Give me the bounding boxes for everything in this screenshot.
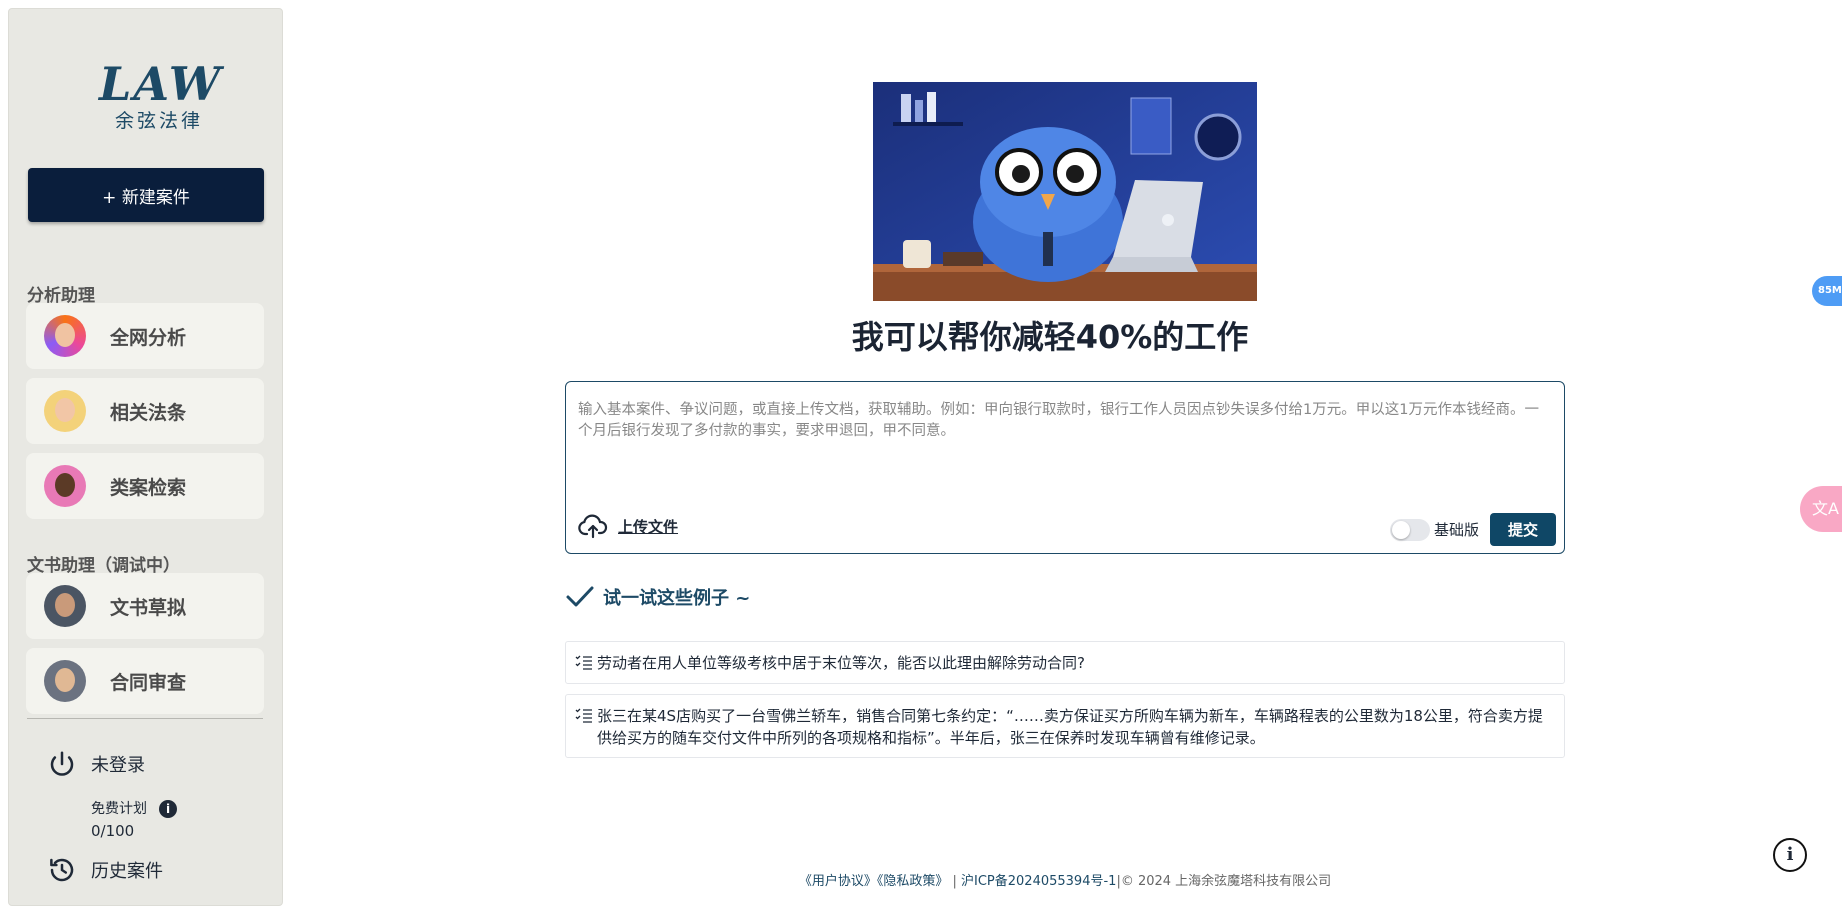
basic-version-toggle[interactable] xyxy=(1390,519,1430,541)
sidebar: LAW 余弦法律 + 新建案件 分析助理 全网分析 相关法条 类案检索 文书助理… xyxy=(8,8,283,906)
avatar xyxy=(44,315,86,357)
toggle-label: 基础版 xyxy=(1434,521,1480,539)
plan-usage: 0/100 xyxy=(91,822,135,840)
toggle-knob xyxy=(1392,521,1410,539)
example-item[interactable]: 劳动者在用人单位等级考核中居于末位等次，能否以此理由解除劳动合同? xyxy=(565,641,1565,684)
sidebar-item-contract-review[interactable]: 合同审查 xyxy=(26,648,264,714)
examples-title: 试一试这些例子 ~ xyxy=(565,584,750,610)
login-label: 未登录 xyxy=(91,755,145,776)
sidebar-item-web-analysis[interactable]: 全网分析 xyxy=(26,303,264,369)
case-composer: 输入基本案件、争议问题，或直接上传文档，获取辅助。例如：甲向银行取款时，银行工作… xyxy=(565,381,1565,554)
avatar xyxy=(44,660,86,702)
sidebar-item-label: 相关法条 xyxy=(110,401,187,424)
check-icon xyxy=(566,586,594,607)
page-headline: 我可以帮你减轻40%的工作 xyxy=(851,318,1249,356)
list-icon xyxy=(575,708,592,723)
sidebar-item-label: 合同审查 xyxy=(110,671,187,694)
sidebar-divider xyxy=(27,718,263,719)
sidebar-item-label: 类案检索 xyxy=(110,476,187,499)
sidebar-item-label: 全网分析 xyxy=(110,326,187,349)
translate-icon[interactable]: 文A xyxy=(1800,486,1842,532)
example-text: 劳动者在用人单位等级考核中居于末位等次，能否以此理由解除劳动合同? xyxy=(597,654,1085,672)
submit-button[interactable]: 提交 xyxy=(1490,513,1556,546)
brand-logo[interactable]: LAW 余弦法律 xyxy=(99,57,223,133)
logo-subtitle: 余弦法律 xyxy=(114,110,203,132)
avatar xyxy=(44,585,86,627)
power-icon xyxy=(50,751,74,776)
avatar xyxy=(44,465,86,507)
history-cases[interactable]: 历史案件 xyxy=(47,855,163,885)
memory-badge[interactable]: 85M xyxy=(1812,276,1842,306)
sidebar-item-case-search[interactable]: 类案检索 xyxy=(26,453,264,519)
history-icon xyxy=(50,858,74,882)
app-root: LAW 余弦法律 + 新建案件 分析助理 全网分析 相关法条 类案检索 文书助理… xyxy=(0,0,1842,912)
avatar xyxy=(44,390,86,432)
examples-title-text: 试一试这些例子 ~ xyxy=(603,588,751,609)
example-text: 张三在某4S店购买了一台雪佛兰轿车，销售合同第七条约定：“……卖方保证买方所购车… xyxy=(597,707,1543,747)
icp-link[interactable]: 沪ICP备2024055394号-1 xyxy=(961,874,1116,889)
info-icon[interactable]: i xyxy=(159,800,177,818)
case-input[interactable]: 输入基本案件、争议问题，或直接上传文档，获取辅助。例如：甲向银行取款时，银行工作… xyxy=(578,400,1550,490)
upload-file-button[interactable]: 上传文件 xyxy=(578,513,678,539)
upload-label: 上传文件 xyxy=(618,517,679,536)
login-status[interactable]: 未登录 xyxy=(47,749,145,779)
list-icon xyxy=(575,655,592,670)
history-label: 历史案件 xyxy=(91,861,163,882)
sidebar-item-document-draft[interactable]: 文书草拟 xyxy=(26,573,264,639)
new-case-button[interactable]: + 新建案件 xyxy=(28,168,264,222)
user-agreement-link[interactable]: 《用户协议》 xyxy=(799,874,877,889)
cloud-upload-icon xyxy=(578,514,608,539)
example-item[interactable]: 张三在某4S店购买了一台雪佛兰轿车，销售合同第七条约定：“……卖方保证买方所购车… xyxy=(565,694,1565,758)
sidebar-item-related-laws[interactable]: 相关法条 xyxy=(26,378,264,444)
footer: 《用户协议》《隐私政策》 | 沪ICP备2024055394号-1|© 2024… xyxy=(660,870,1470,889)
logo-mark: LAW xyxy=(99,57,223,111)
privacy-policy-link[interactable]: 《隐私政策》 xyxy=(877,874,949,889)
help-icon[interactable]: i xyxy=(1773,838,1807,872)
plan-name: 免费计划 i xyxy=(91,798,177,818)
copyright: |© 2024 上海余弦魔塔科技有限公司 xyxy=(1116,874,1332,889)
footer-separator: | xyxy=(952,874,957,889)
hero-owl-illustration xyxy=(873,82,1257,301)
plan-name-text: 免费计划 xyxy=(91,801,147,817)
sidebar-item-label: 文书草拟 xyxy=(110,596,187,619)
